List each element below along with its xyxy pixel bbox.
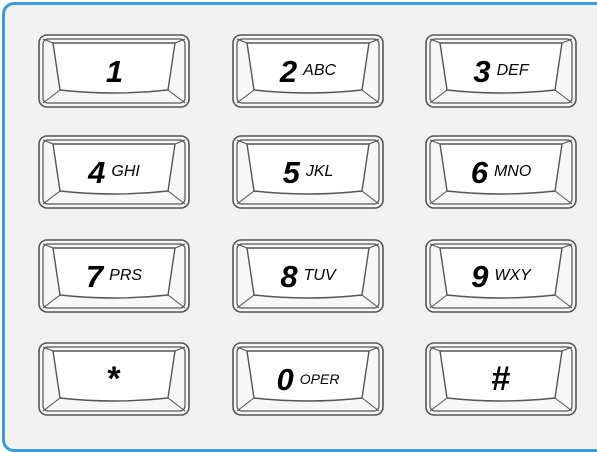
key-star[interactable]: * xyxy=(36,340,192,418)
key-9[interactable]: 9 WXY xyxy=(423,237,579,315)
key-digit: 3 xyxy=(473,53,490,89)
hash-symbol: # xyxy=(491,360,511,398)
key-6[interactable]: 6 MNO xyxy=(423,133,579,211)
key-letters: TUV xyxy=(303,267,336,284)
key-digit: 9 xyxy=(471,258,488,294)
key-letters: MNO xyxy=(493,163,532,180)
key-2[interactable]: 2 ABC xyxy=(230,32,386,110)
key-digit: 4 xyxy=(88,154,105,190)
key-digit: 7 xyxy=(85,258,103,294)
dial-keypad: 1 2 ABC 3 DEF 4 GHI 5 JKL 6 MNO 7 PRS 8 … xyxy=(0,0,597,439)
key-digit: 1 xyxy=(105,53,123,89)
key-3[interactable]: 3 DEF xyxy=(423,32,579,110)
key-letters: OPER xyxy=(299,371,340,387)
key-0[interactable]: 0 OPER xyxy=(230,340,386,418)
key-digit: 6 xyxy=(470,154,488,190)
asterisk-symbol: * xyxy=(107,360,121,398)
key-letters: ABC xyxy=(303,62,337,79)
key-letters: PRS xyxy=(109,267,143,284)
key-7[interactable]: 7 PRS xyxy=(36,237,192,315)
key-letters: WXY xyxy=(494,267,531,284)
key-letters: JKL xyxy=(305,163,334,180)
key-hash[interactable]: # xyxy=(423,340,579,418)
key-letters: DEF xyxy=(496,62,529,79)
key-5[interactable]: 5 JKL xyxy=(230,133,386,211)
key-4[interactable]: 4 GHI xyxy=(36,133,192,211)
key-digit: 0 xyxy=(276,361,294,397)
key-8[interactable]: 8 TUV xyxy=(230,237,386,315)
key-digit: 8 xyxy=(280,258,297,294)
key-digit: 5 xyxy=(282,154,300,190)
key-letters: GHI xyxy=(111,163,140,180)
key-1[interactable]: 1 xyxy=(36,32,192,110)
key-digit: 2 xyxy=(279,53,297,89)
